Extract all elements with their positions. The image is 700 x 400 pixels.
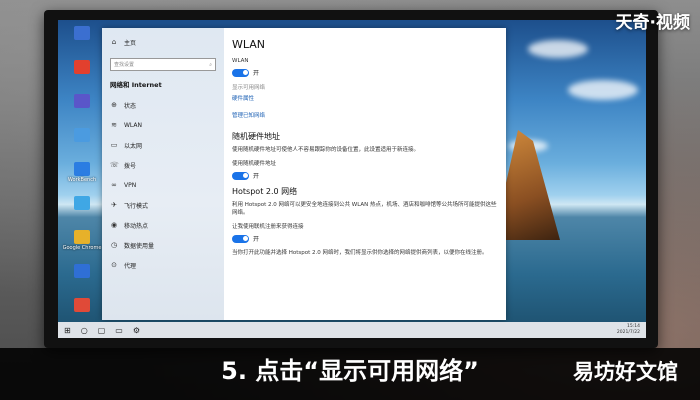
nav-icon: ☏ <box>110 161 119 169</box>
file-explorer-icon[interactable]: ▭ <box>115 326 123 335</box>
desktop-icon[interactable] <box>62 60 102 86</box>
random-address-toggle[interactable] <box>232 171 249 180</box>
desktop-icon[interactable] <box>62 298 102 324</box>
show-available-networks-link[interactable]: 显示可用网络 <box>232 83 498 91</box>
desktop-icon[interactable] <box>62 196 102 222</box>
app-icon <box>74 26 90 40</box>
sidebar-item-label: 数据使用量 <box>124 242 155 250</box>
nav-icon: ▭ <box>110 141 118 149</box>
sidebar-item[interactable]: ≋ WLAN <box>102 115 224 135</box>
desktop-icon-column: WorkBench Google Chrome <box>62 26 102 332</box>
sidebar-item-label: VPN <box>124 181 137 189</box>
desktop-icon-label: Google Chrome <box>62 245 102 251</box>
desktop-icon[interactable] <box>62 128 102 154</box>
subtitle-bar: 5. 点击“显示可用网络” 易坊好文馆 <box>0 348 700 400</box>
random-address-desc: 使用随机硬件地址可使他人不容易跟踪你的设备位置，此设置适用于新连接。 <box>232 147 420 153</box>
video-logo: 天奇·视频 <box>615 13 690 33</box>
sidebar-item[interactable]: ◉ 移动热点 <box>102 215 224 235</box>
start-icon[interactable]: ⊞ <box>64 326 71 335</box>
wlan-toggle-state: 开 <box>253 70 260 77</box>
sidebar-item-label: 拨号 <box>124 162 137 170</box>
random-toggle-state: 开 <box>253 173 260 180</box>
app-icon <box>74 196 90 210</box>
sidebar-item-label: 状态 <box>124 102 137 110</box>
random-toggle-label: 使用随机硬件地址 <box>232 161 277 167</box>
nav-icon: ✈ <box>111 201 117 209</box>
desktop-icon[interactable] <box>62 94 102 120</box>
home-icon: ⌂ <box>111 38 117 46</box>
nav-icon: ◷ <box>110 241 118 249</box>
desktop-icon[interactable] <box>62 264 102 290</box>
settings-icon[interactable]: ⚙ <box>133 326 140 335</box>
random-address-heading: 随机硬件地址 <box>232 132 280 141</box>
app-icon <box>74 264 90 278</box>
sidebar-item[interactable]: ☏ 拨号 <box>102 155 224 175</box>
hotspot-note: 当你打开此功能并选择 Hotspot 2.0 网络时，我们将显示供你选择的网络提… <box>232 250 488 256</box>
nav-icon: ⊙ <box>111 261 117 269</box>
task-view-icon[interactable]: ▢ <box>98 326 106 335</box>
sidebar-nav-list: ⊕ 状态 ≋ WLAN ▭ 以太网 ☏ 拨号 ∞ VPN ✈ 飞行模式 ◉ 移动热点 ◷ 数据使用量 ⊙ 代理 <box>102 95 224 275</box>
sidebar-item-label: 以太网 <box>124 142 143 150</box>
desktop-icon[interactable]: WorkBench <box>62 162 102 188</box>
nav-icon: ⊕ <box>111 101 117 109</box>
monitor: WorkBench Google Chrome ⌂ 主页 查找设置 ⌕ 网络和 I… <box>44 10 658 348</box>
sidebar-item-label: 移动热点 <box>124 222 149 230</box>
sidebar-item[interactable]: ⊕ 状态 <box>102 95 224 115</box>
sidebar-item[interactable]: ⊙ 代理 <box>102 255 224 275</box>
settings-sidebar: ⌂ 主页 查找设置 ⌕ 网络和 Internet ⊕ 状态 ≋ WLAN ▭ 以太网 ☏ 拨号… <box>102 28 224 320</box>
page-title: WLAN <box>232 38 266 51</box>
search-icon[interactable]: ○ <box>81 326 88 335</box>
search-icon: ⌕ <box>209 61 212 68</box>
app-icon <box>74 94 90 108</box>
nav-icon: ≋ <box>111 121 117 129</box>
sidebar-section-title: 网络和 Internet <box>110 81 162 89</box>
sidebar-home-label: 主页 <box>124 39 137 47</box>
settings-content: WLAN WLAN 开 显示可用网络 硬件属性 管理已知网络 随机硬件地址 使用… <box>232 28 498 320</box>
hotspot-desc: 利用 Hotspot 2.0 网络可以更安全地连接到公共 WLAN 热点，机场、… <box>232 202 497 216</box>
hotspot-heading: Hotspot 2.0 网络 <box>232 187 298 196</box>
app-icon <box>74 162 90 176</box>
nav-icon: ◉ <box>110 221 118 229</box>
search-placeholder: 查找设置 <box>114 62 135 68</box>
settings-window: ⌂ 主页 查找设置 ⌕ 网络和 Internet ⊕ 状态 ≋ WLAN ▭ 以太网 ☏ 拨号… <box>102 28 506 320</box>
system-tray-clock[interactable]: 15:14 2021/7/22 <box>617 324 640 336</box>
sidebar-item-label: 飞行模式 <box>124 202 149 210</box>
hotspot-toggle[interactable] <box>232 234 249 243</box>
app-icon <box>74 60 90 74</box>
sidebar-item[interactable]: ▭ 以太网 <box>102 135 224 155</box>
desktop-icon[interactable] <box>62 26 102 52</box>
desktop-screen: WorkBench Google Chrome ⌂ 主页 查找设置 ⌕ 网络和 I… <box>58 20 646 338</box>
sidebar-item[interactable]: ✈ 飞行模式 <box>102 195 224 215</box>
nav-icon: ∞ <box>111 181 117 189</box>
sidebar-item-label: 代理 <box>124 262 137 270</box>
hardware-properties-link[interactable]: 硬件属性 <box>232 94 498 102</box>
app-icon <box>74 128 90 142</box>
settings-search-input[interactable]: 查找设置 ⌕ <box>110 58 216 71</box>
clock-date: 2021/7/22 <box>616 330 640 335</box>
corner-watermark: 易坊好文馆 <box>573 360 678 384</box>
hotspot-toggle-label: 让我使用联机注册来获得连接 <box>232 224 304 230</box>
desktop-icon-label: WorkBench <box>67 177 97 183</box>
app-icon <box>74 298 90 312</box>
wlan-label: WLAN <box>232 58 249 64</box>
hotspot-toggle-state: 开 <box>253 236 260 243</box>
taskbar: ⊞ ○ ▢ ▭ ⚙ 15:14 2021/7/22 <box>58 322 646 338</box>
sidebar-item[interactable]: ◷ 数据使用量 <box>102 235 224 255</box>
wlan-toggle[interactable] <box>232 68 249 77</box>
manage-known-networks-link[interactable]: 管理已知网络 <box>232 111 498 119</box>
sidebar-item[interactable]: ∞ VPN <box>102 175 224 195</box>
sidebar-home[interactable]: ⌂ 主页 <box>102 32 224 52</box>
app-icon <box>74 230 90 244</box>
sidebar-item-label: WLAN <box>124 121 143 129</box>
desktop-icon[interactable]: Google Chrome <box>62 230 102 256</box>
